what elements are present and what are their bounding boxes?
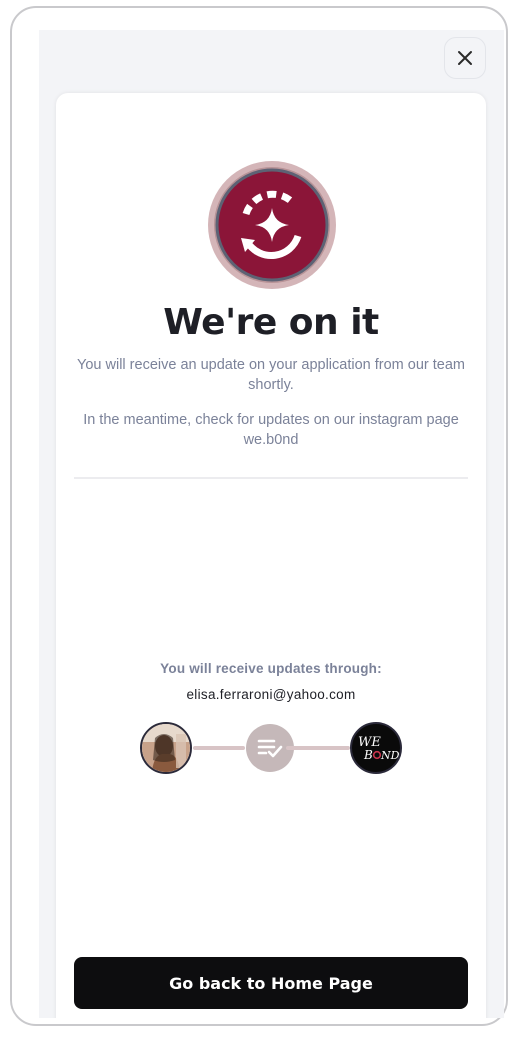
instagram-message: In the meantime, check for updates on ou… (83, 412, 459, 448)
status-card: We're on it You will receive an update o… (56, 93, 486, 1018)
phone-frame: We're on it You will receive an update o… (10, 6, 508, 1026)
sync-sparkle-icon (208, 161, 336, 289)
user-avatar (140, 722, 192, 774)
app-screen: We're on it You will receive an update o… (39, 30, 504, 1018)
avatar-image (142, 724, 190, 772)
close-icon (458, 51, 472, 65)
contact-email: elisa.ferraroni@yahoo.com (186, 687, 356, 702)
svg-text:ND: ND (380, 749, 400, 762)
updates-label: You will receive updates through: (160, 661, 382, 676)
close-button[interactable] (444, 37, 486, 79)
flow-connector (193, 746, 245, 750)
divider (74, 477, 468, 479)
update-flow: WE B ND (140, 721, 402, 775)
webond-logo: WE B ND (350, 722, 402, 774)
flow-connector (286, 746, 350, 750)
status-message: You will receive an update on your appli… (77, 357, 465, 393)
page-title: We're on it (163, 302, 379, 343)
svg-text:B: B (363, 748, 373, 762)
home-page-button[interactable]: Go back to Home Page (74, 957, 468, 1009)
